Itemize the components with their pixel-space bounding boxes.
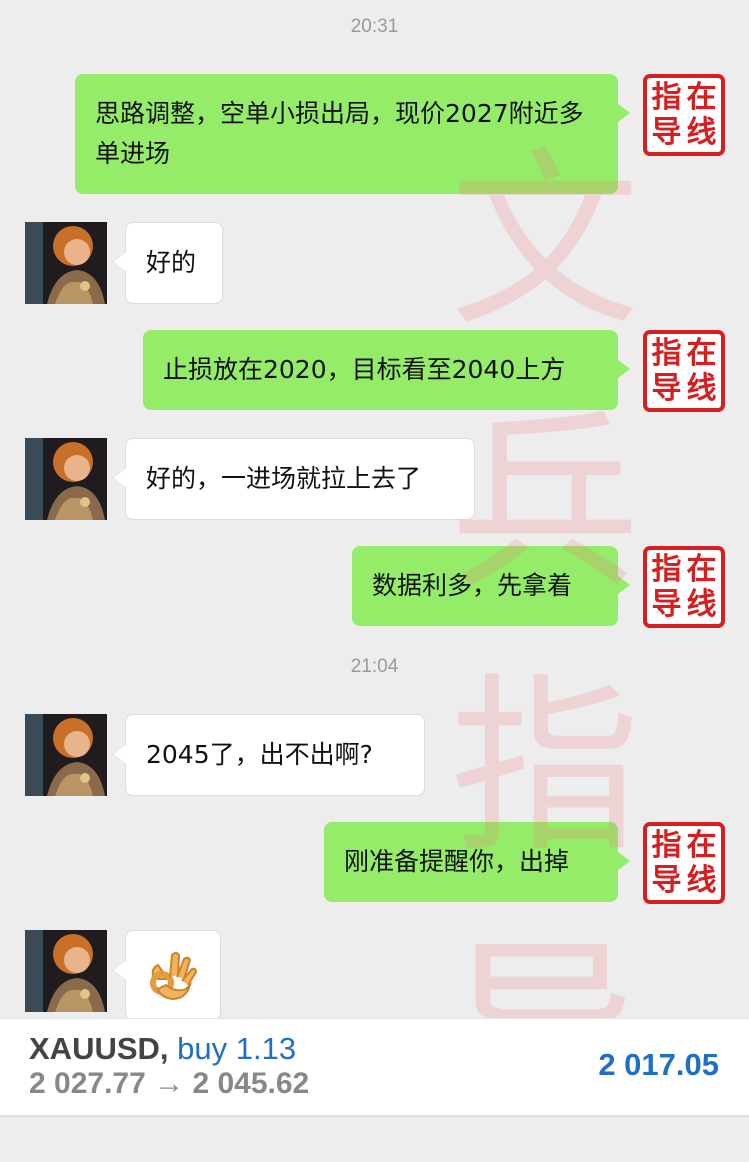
seal-char: 指 bbox=[651, 827, 682, 863]
outgoing-message[interactable]: 思路调整，空单小损出局，现价2027附近多单进场 bbox=[75, 74, 630, 194]
open-price: 2 027.77 bbox=[29, 1067, 146, 1100]
sender-avatar-seal[interactable]: 指 在 导 线 bbox=[643, 74, 725, 156]
chat-area[interactable]: 20:31 思路调整，空单小损出局，现价2027附近多单进场 指 在 导 线 好… bbox=[0, 0, 749, 1018]
seal-char: 在 bbox=[686, 335, 717, 371]
arrow-icon: → bbox=[154, 1067, 185, 1100]
seal-char: 线 bbox=[686, 370, 717, 406]
incoming-message[interactable]: 2045了，出不出啊? bbox=[114, 714, 425, 796]
contact-avatar[interactable] bbox=[25, 930, 107, 1012]
trade-summary-bar: XAUUSD, buy 1.13 2 027.77 → 2 045.62 2 0… bbox=[0, 1018, 749, 1117]
contact-photo-icon bbox=[25, 714, 107, 796]
contact-photo-icon bbox=[25, 930, 107, 1012]
seal-char: 在 bbox=[686, 551, 717, 587]
incoming-message[interactable]: 好的 bbox=[114, 222, 223, 304]
contact-avatar[interactable] bbox=[25, 714, 107, 796]
seal-char: 导 bbox=[651, 114, 682, 150]
timestamp: 20:31 bbox=[350, 16, 399, 37]
seal-char: 线 bbox=[686, 862, 717, 898]
outgoing-message[interactable]: 数据利多，先拿着 bbox=[352, 546, 630, 626]
close-price: 2 045.62 bbox=[192, 1067, 310, 1100]
trade-symbol-line: XAUUSD, buy 1.13 bbox=[29, 1031, 296, 1067]
contact-photo-icon bbox=[25, 222, 107, 304]
sender-avatar-seal[interactable]: 指 在 导 线 bbox=[643, 546, 725, 628]
seal-char: 导 bbox=[651, 862, 682, 898]
seal-char: 在 bbox=[686, 79, 717, 115]
timestamp: 21:04 bbox=[350, 656, 399, 677]
seal-char: 指 bbox=[651, 79, 682, 115]
seal-char: 线 bbox=[686, 114, 717, 150]
seal-char: 在 bbox=[686, 827, 717, 863]
seal-char: 指 bbox=[651, 335, 682, 371]
seal-char: 导 bbox=[651, 586, 682, 622]
incoming-message[interactable]: 好的，一进场就拉上去了 bbox=[114, 438, 475, 520]
seal-char: 导 bbox=[651, 370, 682, 406]
contact-photo-icon bbox=[25, 438, 107, 520]
contact-avatar[interactable] bbox=[25, 438, 107, 520]
ok-hand-emoji-icon bbox=[150, 952, 198, 1001]
sender-avatar-seal[interactable]: 指 在 导 线 bbox=[643, 822, 725, 904]
incoming-message[interactable] bbox=[114, 930, 221, 1018]
trade-profit: 2 017.05 bbox=[598, 1047, 719, 1082]
contact-avatar[interactable] bbox=[25, 222, 107, 304]
trade-price-line: 2 027.77 → 2 045.62 bbox=[29, 1067, 309, 1101]
seal-char: 线 bbox=[686, 586, 717, 622]
outgoing-message[interactable]: 止损放在2020，目标看至2040上方 bbox=[143, 330, 630, 410]
trade-symbol: XAUUSD, bbox=[29, 1031, 169, 1066]
sender-avatar-seal[interactable]: 指 在 导 线 bbox=[643, 330, 725, 412]
seal-char: 指 bbox=[651, 551, 682, 587]
outgoing-message[interactable]: 刚准备提醒你，出掉 bbox=[324, 822, 630, 902]
trade-side: buy 1.13 bbox=[177, 1031, 297, 1066]
